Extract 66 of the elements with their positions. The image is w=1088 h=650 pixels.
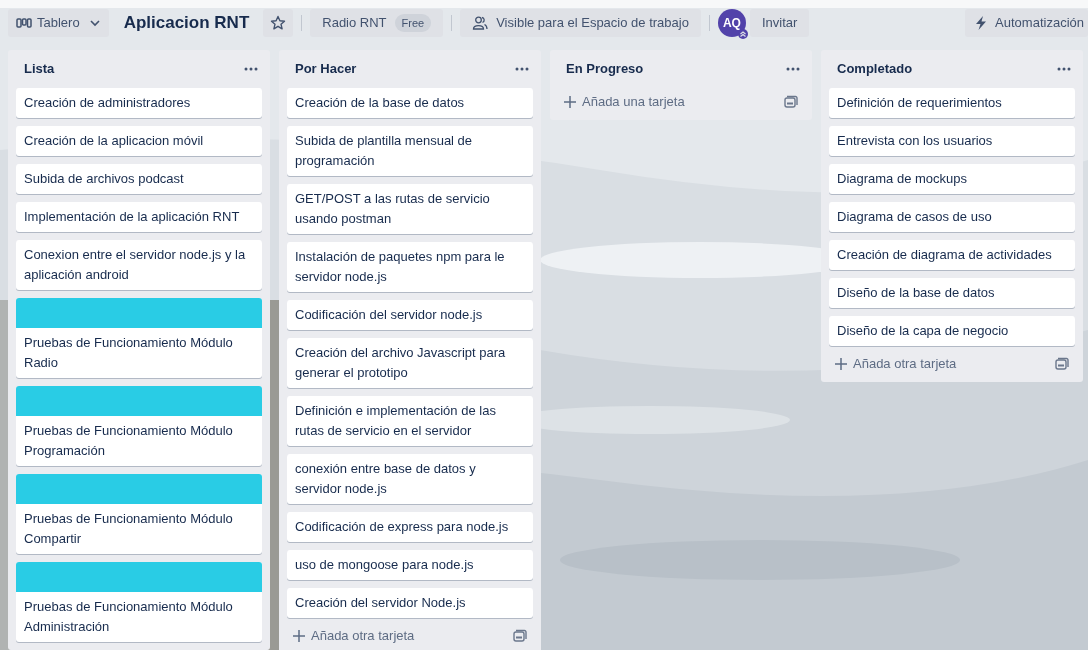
card[interactable]: Codificación de express para node.js (287, 512, 533, 542)
card[interactable]: Creación del servidor Node.js (287, 588, 533, 618)
admin-chevrons-icon (737, 29, 748, 39)
card[interactable]: Implementación de la aplicación RNT (16, 202, 262, 232)
plan-badge: Free (394, 13, 432, 33)
lightning-icon (975, 16, 988, 30)
more-dots-icon (1057, 67, 1071, 71)
list-title: En Progreso (566, 60, 644, 79)
chevron-down-icon (88, 17, 101, 29)
card-title: Pruebas de Funcionamiento Módulo Radio (23, 334, 234, 372)
card[interactable]: Pruebas de Funcionamiento Módulo Compartir (16, 474, 262, 554)
card[interactable]: Subida de plantilla mensual de programación (287, 126, 533, 176)
card[interactable]: uso de mongoose para node.js (287, 550, 533, 580)
card[interactable]: Definición e implementación de las rutas de servicio en el servidor (287, 396, 533, 446)
template-icon (783, 95, 798, 109)
card[interactable]: GET/POST a las rutas de servicio usando postman (287, 184, 533, 234)
card[interactable]: Diagrama de mockups (829, 164, 1075, 194)
template-icon (512, 629, 527, 643)
list-menu-button[interactable] (515, 67, 529, 71)
list-title: Por Hacer (295, 60, 357, 79)
card[interactable]: Diseño de la capa de negocio (829, 316, 1075, 346)
card[interactable]: Codificación del servidor node.js (287, 300, 533, 330)
more-dots-icon (244, 67, 258, 71)
invite-button[interactable]: Invitar (749, 9, 810, 37)
card-title: Pruebas de Funcionamiento Módulo Compartir (23, 510, 234, 548)
star-icon (270, 15, 287, 31)
board-icon (16, 17, 32, 29)
list-menu-button[interactable] (1057, 67, 1071, 71)
card-title: Pruebas de Funcionamiento Módulo Programación (23, 422, 234, 460)
card[interactable]: Subida de archivos podcast (16, 164, 262, 194)
list-title: Lista (24, 60, 55, 79)
add-card-button[interactable]: Añada otra tarjeta (287, 622, 421, 650)
workspace-button[interactable]: Radio RNT Free (310, 9, 444, 37)
card[interactable]: Pruebas de Funcionamiento Módulo Administración (16, 562, 262, 642)
card[interactable]: Creación de diagrama de actividades (829, 240, 1075, 270)
people-icon (472, 15, 489, 31)
card[interactable]: Pruebas de Funcionamiento Módulo Radio (16, 298, 262, 378)
card[interactable]: Diseño de la base de datos (829, 278, 1075, 308)
more-dots-icon (515, 67, 529, 71)
card[interactable]: Creación del archivo Javascript para generar el prototipo (287, 338, 533, 388)
card-title: Pruebas de Funcionamiento Módulo Administración (23, 598, 234, 636)
card[interactable]: Diagrama de casos de uso (829, 202, 1075, 232)
card[interactable]: Instalación de paquetes npm para le servidor node.js (287, 242, 533, 292)
board-title: Aplicacion RNT (123, 12, 250, 35)
view-button[interactable]: Tablero (8, 9, 109, 37)
plus-icon (293, 630, 305, 642)
card[interactable]: Creación de la aplicacion móvil (16, 126, 262, 156)
list-title: Completado (837, 60, 913, 79)
plus-icon (564, 96, 576, 108)
star-button[interactable] (263, 9, 294, 37)
card[interactable]: Pruebas de Funcionamiento Módulo Programación (16, 386, 262, 466)
visibility-button[interactable]: Visible para el Espacio de trabajo (460, 9, 701, 37)
add-card-button[interactable]: Añada otra tarjeta (829, 350, 963, 378)
add-card-button[interactable]: Añada una tarjeta (558, 88, 691, 116)
card[interactable]: Creación de administradores (16, 88, 262, 118)
list-menu-button[interactable] (244, 67, 258, 71)
more-dots-icon (786, 67, 800, 71)
plus-icon (835, 358, 847, 370)
card[interactable]: Creación de la base de datos (287, 88, 533, 118)
automation-button[interactable]: Automatización (965, 9, 1088, 37)
card[interactable]: Definición de requerimientos (829, 88, 1075, 118)
card[interactable]: conexión entre base de datos y servidor node.js (287, 454, 533, 504)
template-icon (1054, 357, 1069, 371)
card[interactable]: Entrevista con los usuarios (829, 126, 1075, 156)
list-menu-button[interactable] (786, 67, 800, 71)
card[interactable]: Conexion entre el servidor node.js y la aplicación android (16, 240, 262, 290)
